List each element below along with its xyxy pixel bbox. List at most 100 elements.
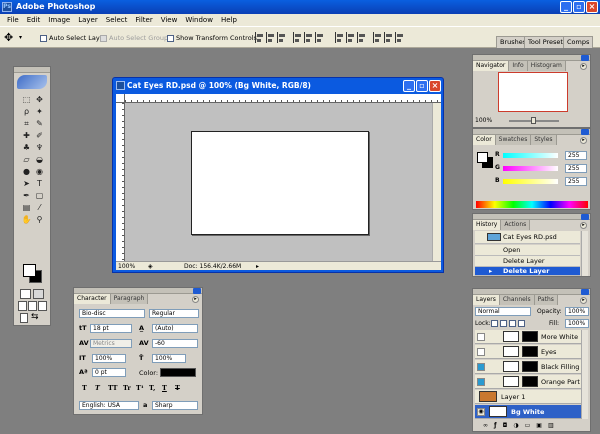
green-value-field[interactable]: 255 bbox=[565, 164, 587, 173]
tab-layers[interactable]: Layers bbox=[473, 295, 500, 305]
color-palette-close-icon[interactable] bbox=[581, 129, 589, 135]
layers-scrollbar[interactable] bbox=[581, 330, 588, 419]
doc-close-icon[interactable]: × bbox=[429, 80, 441, 92]
font-size-field[interactable]: 18 pt bbox=[90, 324, 132, 333]
foreground-color-swatch[interactable] bbox=[23, 264, 36, 277]
type-tool-icon[interactable]: T bbox=[33, 178, 46, 190]
fill-field[interactable]: 100% bbox=[565, 319, 589, 328]
leading-field[interactable]: (Auto) bbox=[152, 324, 198, 333]
lock-position-icon[interactable] bbox=[509, 320, 516, 327]
lock-all-icon[interactable] bbox=[518, 320, 525, 327]
layers-palette-close-icon[interactable] bbox=[581, 289, 589, 295]
ruler-origin[interactable] bbox=[116, 94, 125, 103]
tab-info[interactable]: Info bbox=[509, 61, 528, 71]
move-tool-icon[interactable]: ✥ bbox=[4, 31, 13, 44]
blend-mode-select[interactable]: Normal bbox=[475, 307, 531, 316]
distribute-left-icon[interactable] bbox=[373, 32, 382, 43]
eraser-tool-icon[interactable]: ▱ bbox=[20, 154, 33, 166]
tab-paths[interactable]: Paths bbox=[534, 295, 558, 305]
strikethrough-button[interactable]: T bbox=[175, 384, 180, 392]
history-brush-tool-icon[interactable]: ♆ bbox=[33, 142, 46, 154]
screen-mode-full-menu-icon[interactable] bbox=[28, 301, 37, 311]
color-foreground-swatch[interactable] bbox=[477, 152, 488, 163]
history-item[interactable]: Open bbox=[475, 245, 580, 256]
slice-tool-icon[interactable]: ✎ bbox=[33, 118, 46, 130]
lock-pixels-icon[interactable] bbox=[500, 320, 507, 327]
history-scrollbar[interactable] bbox=[581, 231, 588, 276]
add-mask-icon[interactable]: ◘ bbox=[503, 422, 508, 431]
text-color-swatch[interactable] bbox=[160, 368, 196, 377]
red-slider[interactable]: R 255 bbox=[495, 151, 590, 161]
baseline-shift-field[interactable]: 0 pt bbox=[92, 368, 126, 377]
layers-palette-menu-icon[interactable]: ▸ bbox=[580, 297, 587, 304]
green-gradient[interactable] bbox=[503, 166, 558, 171]
font-style-select[interactable]: Regular bbox=[149, 309, 199, 318]
history-item[interactable]: Delete Layer bbox=[475, 256, 580, 267]
document-scrollbar[interactable] bbox=[432, 103, 441, 261]
history-snapshot[interactable]: Cat Eyes RD.psd bbox=[475, 231, 580, 244]
brush-tool-icon[interactable]: ✐ bbox=[33, 130, 46, 142]
menu-view[interactable]: View bbox=[157, 14, 182, 26]
doc-maximize-icon[interactable]: ▫ bbox=[416, 80, 428, 92]
pen-tool-icon[interactable]: ✒ bbox=[20, 190, 33, 202]
red-value-field[interactable]: 255 bbox=[565, 151, 587, 160]
character-palette-menu-icon[interactable]: ▸ bbox=[192, 296, 199, 303]
align-vertical-center-icon[interactable] bbox=[266, 32, 275, 43]
align-top-icon[interactable] bbox=[255, 32, 264, 43]
tab-actions[interactable]: Actions bbox=[501, 220, 531, 230]
faux-bold-button[interactable]: T bbox=[82, 384, 87, 392]
language-select[interactable]: English: USA bbox=[79, 401, 139, 410]
tab-channels[interactable]: Channels bbox=[499, 295, 535, 305]
distribute-hcenter-icon[interactable] bbox=[384, 32, 393, 43]
menu-select[interactable]: Select bbox=[102, 14, 132, 26]
vertical-ruler[interactable] bbox=[116, 103, 125, 261]
color-spectrum-bar[interactable] bbox=[476, 201, 588, 208]
align-horizontal-center-icon[interactable] bbox=[304, 32, 313, 43]
document-zoom[interactable]: 100% bbox=[118, 263, 135, 270]
layer-style-icon[interactable]: ƒ bbox=[494, 422, 497, 431]
horizontal-ruler[interactable] bbox=[125, 94, 441, 103]
tab-color[interactable]: Color bbox=[473, 135, 496, 145]
blue-slider[interactable]: B 255 bbox=[495, 177, 590, 187]
vertical-scale-field[interactable]: 100% bbox=[92, 354, 126, 363]
screen-mode-standard-icon[interactable] bbox=[18, 301, 27, 311]
history-item-selected[interactable]: ▸ Delete Layer bbox=[475, 267, 580, 276]
image-canvas[interactable] bbox=[191, 131, 369, 235]
menu-filter[interactable]: Filter bbox=[131, 14, 156, 26]
layer-visibility-icon[interactable] bbox=[477, 348, 485, 356]
foreground-background-colors[interactable] bbox=[20, 259, 46, 287]
standard-mode-icon[interactable] bbox=[20, 289, 31, 299]
horizontal-scale-field[interactable]: 100% bbox=[152, 354, 186, 363]
tab-paragraph[interactable]: Paragraph bbox=[110, 294, 149, 304]
small-caps-button[interactable]: Tr bbox=[123, 384, 131, 392]
tools-palette-header[interactable] bbox=[14, 67, 50, 73]
path-selection-tool-icon[interactable]: ➤ bbox=[20, 178, 33, 190]
layer-row-selected[interactable]: ◉ Bg White bbox=[475, 405, 581, 419]
clone-stamp-tool-icon[interactable]: ♣ bbox=[20, 142, 33, 154]
notes-tool-icon[interactable]: ▤ bbox=[20, 202, 33, 214]
antialias-select[interactable]: Sharp bbox=[152, 401, 198, 410]
green-slider[interactable]: G 255 bbox=[495, 164, 590, 174]
well-tab-comps[interactable]: Comps bbox=[563, 36, 594, 48]
tab-styles[interactable]: Styles bbox=[531, 135, 557, 145]
hand-tool-icon[interactable]: ✋ bbox=[20, 214, 33, 226]
blue-value-field[interactable]: 255 bbox=[565, 177, 587, 186]
layer-row[interactable]: Black Filling bbox=[475, 360, 581, 374]
jump-to-imageready-icon[interactable] bbox=[20, 313, 28, 323]
navigator-zoom[interactable]: 100% bbox=[475, 117, 492, 124]
quick-mask-mode-icon[interactable] bbox=[33, 289, 44, 299]
layer-visibility-icon[interactable] bbox=[477, 333, 485, 341]
status-menu-icon[interactable]: ◈ bbox=[148, 263, 153, 270]
screen-mode-full-icon[interactable] bbox=[38, 301, 47, 311]
menu-window[interactable]: Window bbox=[181, 14, 217, 26]
opacity-field[interactable]: 100% bbox=[565, 307, 589, 316]
tab-history[interactable]: History bbox=[473, 220, 502, 230]
underline-button[interactable]: T bbox=[162, 384, 167, 392]
menu-layer[interactable]: Layer bbox=[74, 14, 102, 26]
move-tool-icon[interactable]: ✥ bbox=[33, 94, 46, 106]
distribute-center-icon[interactable] bbox=[346, 32, 355, 43]
kerning-field[interactable]: Metrics bbox=[90, 339, 132, 348]
layer-row[interactable]: More White bbox=[475, 330, 581, 344]
history-palette-menu-icon[interactable]: ▸ bbox=[580, 222, 587, 229]
auto-select-groups-option[interactable]: Auto Select Groups bbox=[100, 34, 171, 42]
